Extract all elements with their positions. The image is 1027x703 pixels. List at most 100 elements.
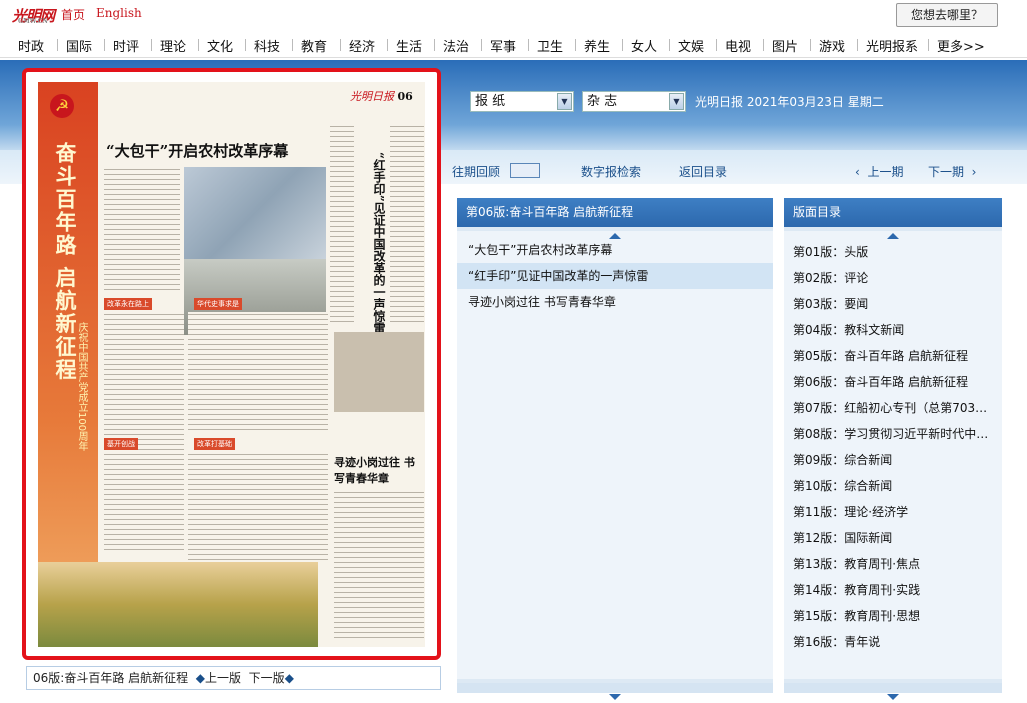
- nav-item[interactable]: 理论: [160, 36, 186, 55]
- section-tag: 基开创战: [104, 438, 138, 450]
- toc-page-link[interactable]: 第05版：奋斗百年路 启航新征程: [793, 347, 968, 364]
- toc-page-link[interactable]: 第01版：头版: [793, 243, 868, 260]
- toc-page-link[interactable]: 第11版：理论·经济学: [793, 503, 908, 520]
- next-page-link[interactable]: 下一版: [249, 671, 285, 685]
- section-tag: 改革打基础: [194, 438, 235, 450]
- text-block: [390, 124, 424, 324]
- toc-page-link[interactable]: 第02版：评论: [793, 269, 868, 286]
- text-block: [188, 312, 328, 432]
- top-bar: 光明网 GMW.CN 首页 English 您想去哪里？: [0, 0, 1027, 28]
- page-masthead: 光明日报 06: [350, 90, 413, 103]
- nav-item[interactable]: 生活: [396, 36, 422, 55]
- nav-item[interactable]: 养生: [584, 36, 610, 55]
- panel-footer: [784, 683, 1002, 700]
- nav-item[interactable]: 时评: [113, 36, 139, 55]
- scroll-down-icon[interactable]: [887, 694, 899, 700]
- nav-separator: [387, 39, 388, 51]
- toc-page-link[interactable]: 第07版：红船初心专刊（总第703…: [793, 399, 987, 416]
- toc-page-link[interactable]: 第14版：教育周刊·实践: [793, 581, 920, 598]
- nav-item[interactable]: 时政: [18, 36, 44, 55]
- toc-page-link[interactable]: 第04版：教科文新闻: [793, 321, 904, 338]
- prev-issue-link[interactable]: ‹ 上一期: [855, 163, 903, 180]
- toc-page-link[interactable]: 第10版：综合新闻: [793, 477, 892, 494]
- nav-item[interactable]: 游戏: [819, 36, 845, 55]
- calendar-dropdown-icon[interactable]: [510, 163, 540, 178]
- nav-separator: [669, 39, 670, 51]
- sidebar-subtitle: 庆祝中国共产党成立100周年: [76, 322, 87, 452]
- nav-item[interactable]: 图片: [772, 36, 798, 55]
- nav-item[interactable]: 文娱: [678, 36, 704, 55]
- scroll-down-icon[interactable]: [609, 694, 621, 700]
- nav-item[interactable]: 科技: [254, 36, 280, 55]
- english-link[interactable]: English: [96, 6, 142, 20]
- nav-item[interactable]: 更多>>: [937, 36, 985, 55]
- nav-separator: [434, 39, 435, 51]
- red-handprint-photo: [334, 332, 424, 412]
- home-link[interactable]: 首页: [61, 6, 85, 23]
- toc-page-link[interactable]: 第08版：学习贯彻习近平新时代中…: [793, 425, 988, 442]
- nav-item[interactable]: 卫生: [537, 36, 563, 55]
- nav-item[interactable]: 光明报系: [866, 36, 918, 55]
- nav-separator: [575, 39, 576, 51]
- toc-list: 第01版：头版 第02版：评论 第03版：要闻第04版：教科文新闻第05版：奋斗百年…: [784, 231, 1002, 679]
- chevron-left-icon: ‹: [855, 165, 860, 179]
- text-block: [334, 490, 424, 640]
- diamond-icon: ◆: [195, 671, 206, 685]
- toc-page-link[interactable]: 第03版：要闻: [793, 295, 868, 312]
- newspaper-page-preview[interactable]: ☭ 奋斗百年路 启航新征程 庆祝中国共产党成立100周年 光明日报 06 “大包…: [22, 68, 441, 660]
- chevron-down-icon[interactable]: ▼: [557, 93, 572, 110]
- nav-item[interactable]: 军事: [490, 36, 516, 55]
- past-review-link[interactable]: 往期回顾: [452, 163, 500, 180]
- magazine-select[interactable]: 杂 志 ▼: [582, 91, 686, 112]
- toc-page-link[interactable]: 第15版：教育周刊·思想: [793, 607, 920, 624]
- back-to-index-link[interactable]: 返回目录: [679, 163, 727, 180]
- articles-panel: 第06版:奋斗百年路 启航新征程 “大包干”开启农村改革序幕 “红手印”见证中国改…: [457, 198, 773, 700]
- chevron-down-icon[interactable]: ▼: [669, 93, 684, 110]
- section-tag: 华代史事求是: [194, 298, 242, 310]
- toc-page-link[interactable]: 第16版：青年说: [793, 633, 880, 650]
- nav-separator: [810, 39, 811, 51]
- site-search-button[interactable]: 您想去哪里？: [896, 3, 998, 27]
- text-block: [188, 452, 328, 562]
- nav-separator: [104, 39, 105, 51]
- toc-page-link[interactable]: 第06版：奋斗百年路 启航新征程: [793, 373, 968, 390]
- text-block: [104, 312, 184, 552]
- nav-separator: [481, 39, 482, 51]
- toc-page-link[interactable]: 第09版：综合新闻: [793, 451, 892, 468]
- nav-item[interactable]: 教育: [301, 36, 327, 55]
- newspaper-page-image[interactable]: ☭ 奋斗百年路 启航新征程 庆祝中国共产党成立100周年 光明日报 06 “大包…: [38, 82, 425, 647]
- nav-separator: [857, 39, 858, 51]
- nav-separator: [151, 39, 152, 51]
- toc-page-link[interactable]: 第12版：国际新闻: [793, 529, 892, 546]
- site-logo[interactable]: 光明网 GMW.CN: [12, 5, 55, 26]
- nav-separator: [340, 39, 341, 51]
- nav-item[interactable]: 女人: [631, 36, 657, 55]
- digital-search-link[interactable]: 数字报检索: [581, 163, 641, 180]
- articles-panel-title: 第06版:奋斗百年路 启航新征程: [457, 198, 773, 227]
- newspaper-select-value: 报 纸: [475, 94, 506, 109]
- article-link[interactable]: “大包干”开启农村改革序幕: [457, 237, 773, 263]
- nav-item[interactable]: 经济: [349, 36, 375, 55]
- nav-item[interactable]: 法治: [443, 36, 469, 55]
- nav-separator: [198, 39, 199, 51]
- article-link[interactable]: “红手印”见证中国改革的一声惊雷: [457, 263, 773, 289]
- next-issue-link[interactable]: 下一期 ›: [928, 163, 976, 180]
- article-link[interactable]: 寻迹小岗过往 书写青春华章: [457, 289, 773, 315]
- nav-separator: [928, 39, 929, 51]
- article-title: 寻迹小岗过往 书写青春华章: [334, 456, 415, 485]
- panel-footer: [457, 683, 773, 700]
- scroll-up-icon[interactable]: [887, 233, 899, 239]
- toc-page-link[interactable]: 第13版：教育周刊·焦点: [793, 555, 920, 572]
- nav-item[interactable]: 文化: [207, 36, 233, 55]
- section-tag: 改革永在路上: [104, 298, 152, 310]
- nav-separator: [245, 39, 246, 51]
- newspaper-select[interactable]: 报 纸 ▼: [470, 91, 574, 112]
- issue-date: 光明日报 2021年03月23日 星期二: [695, 95, 884, 109]
- toc-panel-title: 版面目录: [784, 198, 1002, 227]
- chevron-right-icon: ›: [971, 165, 977, 179]
- nav-item[interactable]: 电视: [725, 36, 751, 55]
- nav-separator: [716, 39, 717, 51]
- prev-page-link[interactable]: 上一版: [205, 671, 241, 685]
- text-block: [330, 124, 354, 324]
- nav-item[interactable]: 国际: [66, 36, 92, 55]
